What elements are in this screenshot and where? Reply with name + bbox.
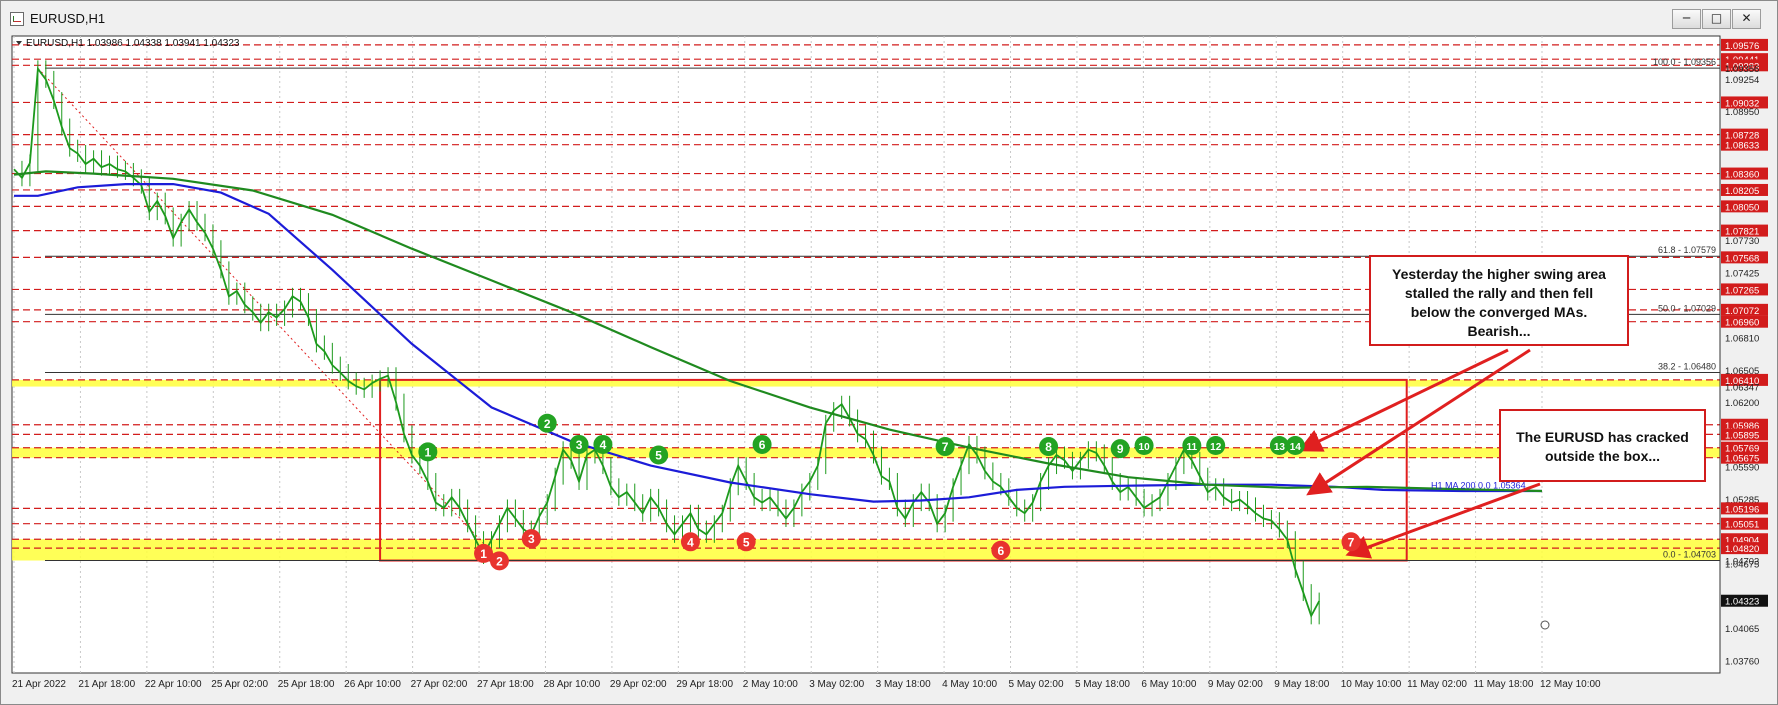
x-tick-label: 21 Apr 18:00	[78, 679, 135, 690]
y-tick-label: 1.08360	[1725, 170, 1759, 181]
yellow-zone	[12, 539, 1720, 561]
x-tick-label: 21 Apr 2022	[12, 679, 66, 690]
annotation-line: Bearish...	[1467, 323, 1531, 339]
swing-low-marker-label: 6	[997, 544, 1004, 558]
y-tick-label: 1.05895	[1725, 430, 1759, 441]
symbol-header: EURUSD,H1 1.03986 1.04338 1.03941 1.0432…	[26, 38, 240, 49]
x-tick-label: 29 Apr 18:00	[676, 679, 733, 690]
x-tick-label: 9 May 18:00	[1274, 679, 1329, 690]
y-tick-label: 1.05196	[1725, 504, 1759, 515]
x-tick-label: 5 May 18:00	[1075, 679, 1130, 690]
y-tick-label: 1.08633	[1725, 141, 1759, 152]
swing-high-marker-label: 11	[1187, 442, 1198, 453]
x-tick-label: 6 May 10:00	[1141, 679, 1196, 690]
x-tick-label: 25 Apr 18:00	[278, 679, 335, 690]
swing-high-marker-label: 14	[1290, 442, 1302, 453]
annotation-line: outside the box...	[1544, 448, 1661, 464]
x-tick-label: 28 Apr 10:00	[543, 679, 600, 690]
moving-average-label: H1 MA 200 0.0 1.05364	[1431, 481, 1526, 491]
annotation-line: Yesterday the higher swing area	[1392, 266, 1606, 282]
y-tick-label: 1.06960	[1725, 318, 1759, 329]
x-tick-label: 4 May 10:00	[942, 679, 997, 690]
y-tick-label: 1.03760	[1725, 656, 1759, 667]
y-tick-label: 1.08205	[1725, 186, 1759, 197]
x-tick-label: 26 Apr 10:00	[344, 679, 401, 690]
x-tick-label: 2 May 10:00	[743, 679, 798, 690]
y-tick-label: 1.05051	[1725, 520, 1759, 531]
x-tick-label: 5 May 02:00	[1009, 679, 1064, 690]
swing-high-marker-label: 8	[1045, 440, 1052, 454]
fibonacci-label: 50.0 - 1.07029	[1658, 303, 1716, 313]
plot-area	[11, 35, 1721, 674]
x-tick-label: 3 May 02:00	[809, 679, 864, 690]
y-tick-label: 1.06200	[1725, 398, 1759, 409]
swing-high-marker-label: 13	[1274, 442, 1286, 453]
fibonacci-label: 100.0 - 1.09356	[1653, 57, 1716, 67]
annotation-line: stalled the rally and then fell	[1404, 285, 1594, 301]
y-tick-label: 1.04065	[1725, 624, 1759, 635]
y-tick-label: 1.04675	[1725, 559, 1759, 570]
swing-high-marker-label: 3	[576, 438, 583, 452]
x-tick-label: 12 May 10:00	[1540, 679, 1601, 690]
swing-high-marker-label: 6	[759, 438, 766, 452]
swing-low-marker-label: 1	[480, 547, 487, 561]
swing-low-marker-label: 7	[1348, 535, 1355, 549]
swing-high-marker-label: 2	[544, 417, 551, 431]
y-tick-label: 1.07072	[1725, 306, 1759, 317]
swing-low-marker-label: 5	[743, 535, 750, 549]
x-tick-label: 29 Apr 02:00	[610, 679, 667, 690]
x-tick-label: 3 May 18:00	[876, 679, 931, 690]
y-tick-label: 1.07730	[1725, 236, 1759, 247]
swing-high-marker-label: 5	[655, 449, 662, 463]
annotation-swing-area: Yesterday the higher swing area stalled …	[1369, 255, 1629, 346]
swing-low-marker-label: 3	[528, 532, 535, 546]
x-tick-label: 27 Apr 02:00	[411, 679, 468, 690]
y-tick-label: 1.07425	[1725, 268, 1759, 279]
x-tick-label: 10 May 10:00	[1341, 679, 1402, 690]
x-tick-label: 9 May 02:00	[1208, 679, 1263, 690]
y-tick-label: 1.06347	[1725, 383, 1759, 394]
swing-high-marker-label: 12	[1210, 442, 1222, 453]
swing-low-marker-label: 2	[496, 554, 503, 568]
y-tick-label: 1.05590	[1725, 463, 1759, 474]
swing-high-marker-label: 7	[942, 440, 949, 454]
annotation-line: The EURUSD has cracked	[1516, 429, 1689, 445]
y-tick-label: 1.07265	[1725, 285, 1759, 296]
y-tick-label: 1.09576	[1725, 41, 1759, 52]
y-tick-label: 1.07568	[1725, 253, 1759, 264]
x-tick-label: 22 Apr 10:00	[145, 679, 202, 690]
x-tick-label: 11 May 18:00	[1474, 679, 1534, 690]
x-tick-label: 25 Apr 02:00	[211, 679, 268, 690]
annotation-cracked-box: The EURUSD has cracked outside the box..…	[1499, 409, 1706, 482]
annotation-line: below the converged MAs.	[1410, 304, 1588, 320]
yellow-zone	[12, 447, 1720, 458]
current-price-label: 1.04323	[1725, 597, 1759, 608]
y-tick-label: 1.08050	[1725, 202, 1759, 213]
x-tick-label: 11 May 02:00	[1407, 679, 1467, 690]
swing-high-marker-label: 4	[600, 438, 607, 452]
fibonacci-label: 38.2 - 1.06480	[1658, 361, 1716, 371]
swing-high-marker-label: 10	[1139, 442, 1151, 453]
x-tick-label: 27 Apr 18:00	[477, 679, 534, 690]
y-tick-label: 1.04820	[1725, 544, 1759, 555]
swing-high-marker-label: 1	[424, 445, 431, 459]
y-tick-label: 1.09254	[1725, 75, 1759, 86]
y-tick-label: 1.06810	[1725, 334, 1759, 345]
y-tick-label: 1.08950	[1725, 107, 1759, 118]
fibonacci-label: 61.8 - 1.07579	[1658, 245, 1716, 255]
price-chart[interactable]: 100.0 - 1.09356 61.8 - 1.07579 50.0 - 1.07…	[0, 0, 1778, 705]
swing-low-marker-label: 4	[687, 535, 694, 549]
swing-high-marker-label: 9	[1117, 442, 1124, 456]
fibonacci-label: 0.0 - 1.04703	[1663, 550, 1716, 560]
y-tick-label: 1.09356	[1725, 64, 1759, 75]
